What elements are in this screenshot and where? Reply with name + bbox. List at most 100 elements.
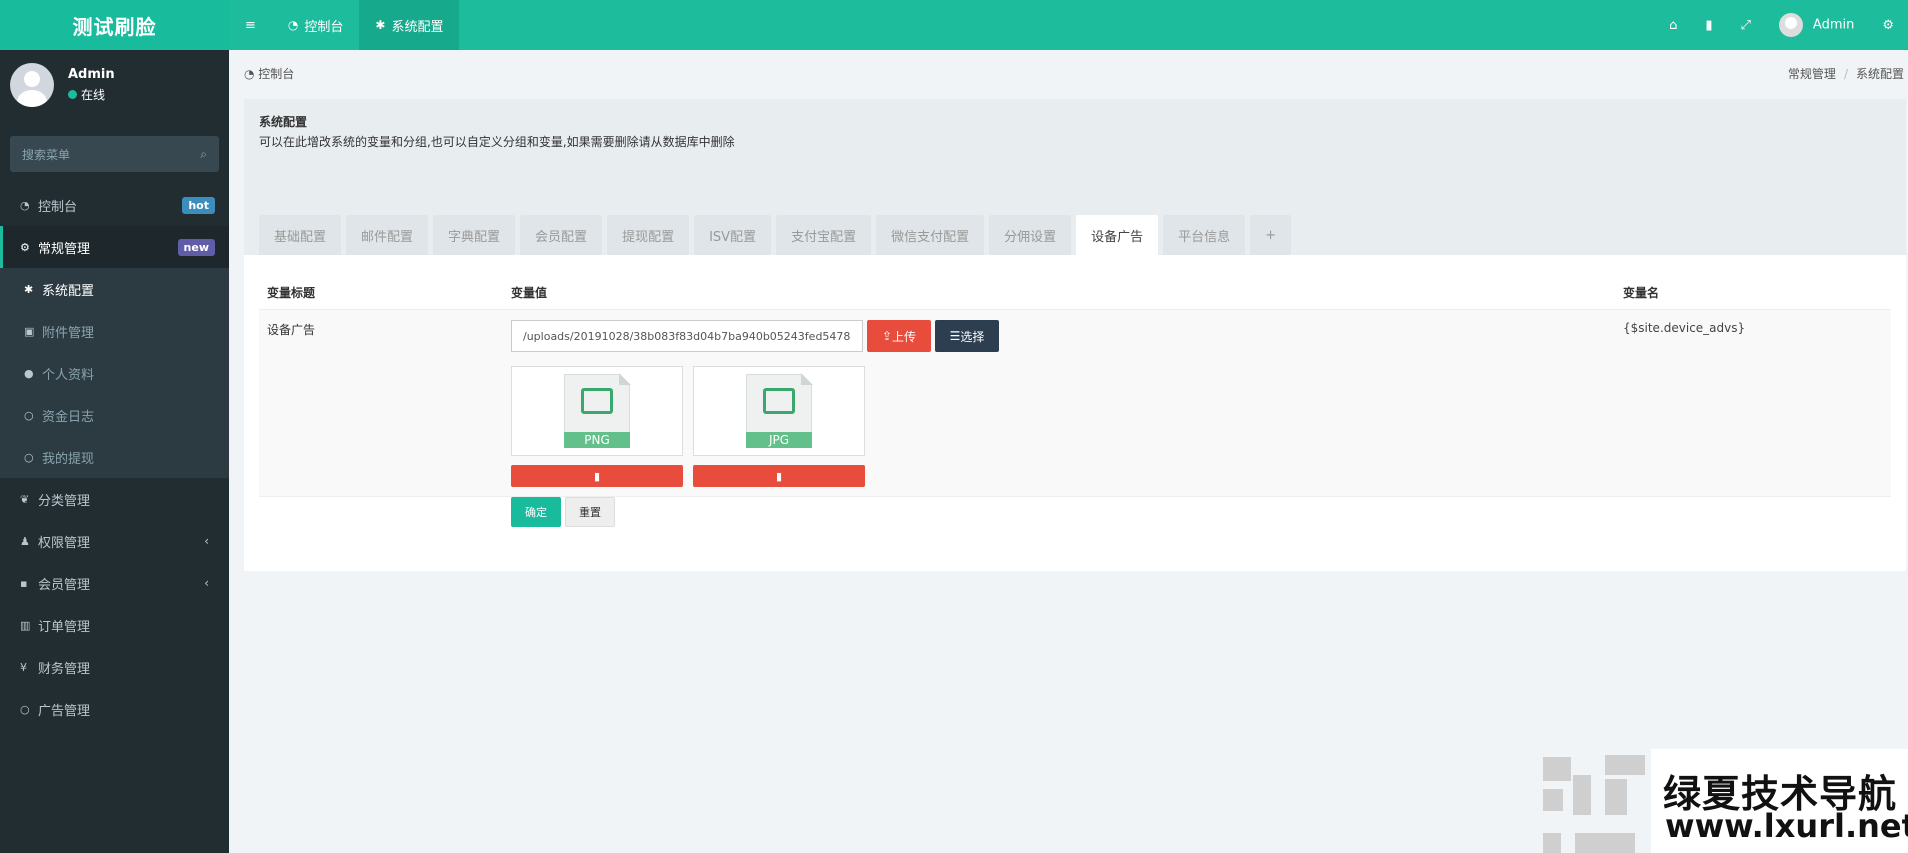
- upload-label: 上传: [892, 329, 917, 344]
- panel-heading: 系统配置 可以在此增改系统的变量和分组,也可以自定义分组和变量,如果需要删除请从…: [244, 99, 1906, 255]
- user-icon: ●: [24, 366, 34, 380]
- dashboard-icon: ◔: [287, 18, 299, 32]
- sidebar-item-label: 订单管理: [38, 619, 91, 635]
- bar-chart-icon: ▥: [20, 618, 31, 632]
- fullscreen-icon[interactable]: ⤢: [1727, 18, 1765, 33]
- trash-icon: ▮: [775, 469, 783, 483]
- tab-platform-info[interactable]: 平台信息: [1163, 215, 1246, 255]
- breadcrumb-item[interactable]: 系统配置: [1856, 67, 1904, 81]
- sidebar-item-label: 控制台: [38, 199, 78, 215]
- search-input[interactable]: 搜索菜单 ⌕: [10, 136, 219, 172]
- image-thumbnail[interactable]: PNG: [511, 366, 683, 456]
- choose-button[interactable]: ☰ 选择: [935, 320, 999, 352]
- sidebar-item-profile[interactable]: ● 个人资料: [0, 352, 229, 394]
- circle-icon: ○: [20, 702, 30, 716]
- search-placeholder: 搜索菜单: [22, 147, 71, 162]
- user-status: 在线: [68, 86, 115, 103]
- sidebar-item-member[interactable]: ▪ 会员管理 ‹: [0, 562, 229, 604]
- breadcrumb-separator: /: [1843, 67, 1848, 81]
- user-card-icon: ▪: [20, 576, 28, 590]
- tab-alipay[interactable]: 支付宝配置: [776, 215, 872, 255]
- sidebar-item-order[interactable]: ▥ 订单管理: [0, 604, 229, 646]
- reset-button[interactable]: 重置: [565, 497, 615, 527]
- variable-title: 设备广告: [267, 323, 316, 337]
- sidebar-item-fund-log[interactable]: ○ 资金日志: [0, 394, 229, 436]
- trash-icon: ▮: [593, 469, 601, 483]
- settings-icon[interactable]: ⚙: [1868, 18, 1908, 33]
- top-tab-label: 系统配置: [391, 19, 444, 35]
- user-panel: Admin 在线: [0, 50, 229, 120]
- trash-icon[interactable]: ▮: [1691, 18, 1726, 33]
- sidebar: Admin 在线 搜索菜单 ⌕ ◔ 控制台 hot ⚙ 常规管理 new ✱ 系统配置 ▣ 附…: [0, 50, 229, 853]
- sidebar-item-label: 资金日志: [42, 409, 95, 425]
- panel-title: 系统配置: [259, 115, 308, 129]
- image-icon: ▣: [24, 324, 35, 338]
- tab-device-ads[interactable]: 设备广告: [1076, 215, 1159, 255]
- tab-basic[interactable]: 基础配置: [259, 215, 342, 255]
- sidebar-item-dashboard[interactable]: ◔ 控制台 hot: [0, 184, 229, 226]
- config-panel: 系统配置 可以在此增改系统的变量和分组,也可以自定义分组和变量,如果需要删除请从…: [244, 99, 1906, 571]
- sidebar-user-name: Admin: [68, 67, 115, 82]
- panel-description: 可以在此增改系统的变量和分组,也可以自定义分组和变量,如果需要删除请从数据库中删…: [259, 135, 735, 149]
- gear-icon: ✱: [375, 18, 386, 32]
- tab-email[interactable]: 邮件配置: [346, 215, 429, 255]
- watermark: 绿夏技术导航 www.lxurl.net: [1651, 749, 1908, 853]
- choose-label: 选择: [960, 329, 985, 344]
- add-tab-button[interactable]: +: [1250, 215, 1292, 255]
- dashboard-icon: ◔: [244, 67, 259, 81]
- list-icon: ☰: [949, 329, 961, 343]
- tab-dictionary[interactable]: 字典配置: [433, 215, 516, 255]
- top-navbar: ≡ ◔ 控制台 ✱ 系统配置 ⌂ ▮ ⤢ Admin ⚙: [229, 0, 1908, 50]
- column-header: 变量值: [511, 286, 548, 300]
- sidebar-item-label: 个人资料: [42, 367, 95, 383]
- sidebar-item-system-config[interactable]: ✱ 系统配置: [0, 268, 229, 310]
- sidebar-item-ads[interactable]: ○ 广告管理: [0, 688, 229, 730]
- group-icon: ♟: [20, 534, 30, 548]
- circle-icon: ○: [24, 450, 34, 464]
- app-logo[interactable]: 测试刷脸: [0, 0, 229, 50]
- sidebar-item-general[interactable]: ⚙ 常规管理 new: [0, 226, 229, 268]
- sidebar-item-permission[interactable]: ♟ 权限管理 ‹: [0, 520, 229, 562]
- watermark-pixel-blocks: [1521, 749, 1651, 853]
- leaf-icon: ❦: [20, 492, 30, 506]
- search-icon[interactable]: ⌕: [200, 147, 207, 162]
- hamburger-icon: ≡: [245, 17, 256, 33]
- sidebar-item-label: 财务管理: [38, 661, 91, 677]
- variable-name: {$site.device_advs}: [1623, 321, 1746, 335]
- sidebar-item-label: 分类管理: [38, 493, 91, 509]
- new-badge: new: [177, 238, 215, 256]
- tab-withdraw[interactable]: 提现配置: [607, 215, 690, 255]
- upload-button[interactable]: ⇪ 上传: [867, 320, 931, 352]
- sidebar-item-label: 常规管理: [38, 241, 91, 257]
- menu-toggle-button[interactable]: ≡: [229, 0, 272, 50]
- sidebar-item-label: 权限管理: [38, 535, 91, 551]
- avatar: [1778, 13, 1803, 37]
- user-menu[interactable]: Admin: [1765, 13, 1868, 37]
- tab-wechat-pay[interactable]: 微信支付配置: [876, 215, 985, 255]
- top-tab-label: 控制台: [304, 19, 344, 35]
- confirm-button[interactable]: 确定: [511, 497, 561, 527]
- chevron-left-icon: ‹: [204, 534, 209, 548]
- sidebar-item-label: 广告管理: [38, 703, 91, 719]
- delete-image-button[interactable]: ▮: [693, 465, 865, 487]
- sidebar-item-finance[interactable]: ¥ 财务管理: [0, 646, 229, 688]
- sidebar-item-withdraw[interactable]: ○ 我的提现: [0, 436, 229, 478]
- breadcrumb-current[interactable]: ◔ 控制台: [244, 65, 294, 82]
- tab-isv[interactable]: ISV配置: [694, 215, 772, 255]
- tab-member[interactable]: 会员配置: [520, 215, 603, 255]
- home-icon[interactable]: ⌂: [1655, 18, 1691, 33]
- watermark-url: www.lxurl.net: [1665, 807, 1908, 845]
- table-header: 变量标题 变量值 变量名: [259, 270, 1891, 310]
- sidebar-item-attachments[interactable]: ▣ 附件管理: [0, 310, 229, 352]
- tab-commission[interactable]: 分佣设置: [989, 215, 1072, 255]
- image-thumbnail[interactable]: JPG: [693, 366, 865, 456]
- delete-image-button[interactable]: ▮: [511, 465, 683, 487]
- top-tab-config[interactable]: ✱ 系统配置: [359, 0, 460, 50]
- top-tab-dashboard[interactable]: ◔ 控制台: [272, 0, 360, 50]
- circle-icon: ○: [24, 408, 34, 422]
- sidebar-item-category[interactable]: ❦ 分类管理: [0, 478, 229, 520]
- variable-value-input[interactable]: /uploads/20191028/38b083f83d04b7ba940b05…: [511, 320, 863, 352]
- cogs-icon: ⚙: [20, 240, 30, 254]
- breadcrumb-item[interactable]: 常规管理: [1788, 67, 1836, 81]
- column-header: 变量标题: [267, 286, 316, 300]
